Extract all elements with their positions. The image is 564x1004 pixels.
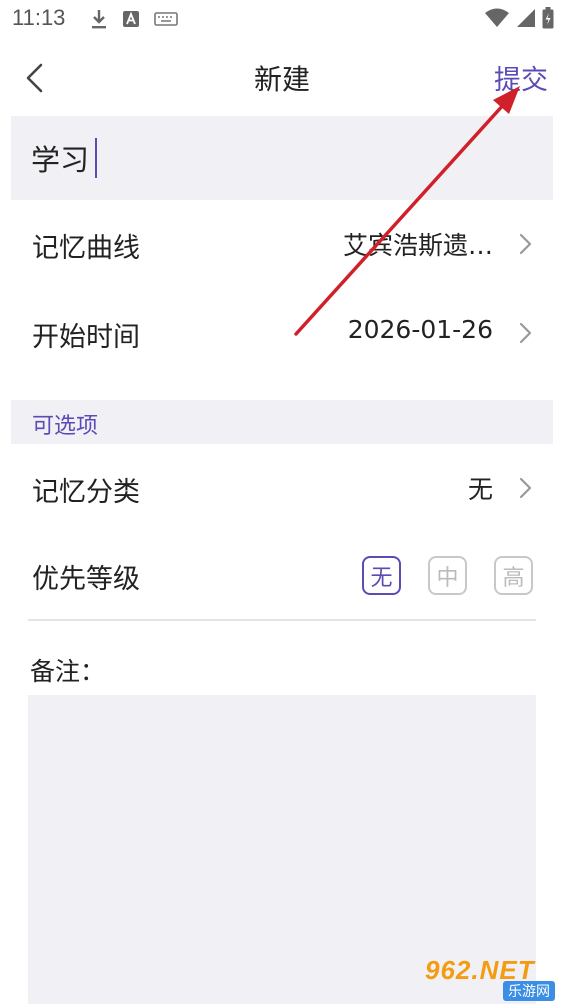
chevron-right-icon: [519, 233, 532, 255]
priority-option-medium[interactable]: 中: [428, 556, 467, 595]
start-time-value: 2026-01-26: [347, 315, 493, 344]
category-value: 无: [467, 475, 493, 504]
memory-curve-label: 记忆曲线: [32, 233, 140, 264]
optional-section-title: 可选项: [32, 414, 99, 439]
category-label: 记忆分类: [32, 477, 140, 508]
download-icon: [92, 10, 106, 29]
priority-label: 优先等级: [32, 564, 140, 595]
status-bar: 11:13: [0, 0, 564, 40]
priority-option-none[interactable]: 无: [362, 556, 401, 595]
category-row[interactable]: 记忆分类 无: [11, 445, 553, 533]
start-time-label: 开始时间: [32, 322, 140, 353]
watermark-logo: 962.NET 乐游网: [425, 955, 559, 1001]
memory-curve-value: 艾宾浩斯遗…: [342, 231, 493, 260]
signal-icon: [517, 9, 535, 27]
priority-row: 优先等级 无 中 高: [11, 532, 553, 620]
optional-section-header: 可选项: [11, 400, 553, 444]
title-input-container: [11, 116, 553, 200]
divider: [28, 619, 536, 621]
wifi-icon: [485, 8, 509, 27]
chevron-right-icon: [519, 477, 532, 499]
battery-icon: [542, 7, 554, 29]
page-title: 新建: [253, 63, 310, 96]
text-cursor: [95, 138, 97, 178]
watermark-sub: 乐游网: [503, 981, 555, 1001]
status-icons-left: [90, 8, 178, 30]
a-box-icon: [123, 11, 139, 27]
status-time: 11:13: [12, 5, 66, 30]
notes-label: 备注：: [30, 657, 106, 686]
priority-option-high[interactable]: 高: [494, 556, 533, 595]
submit-button[interactable]: 提交: [494, 58, 548, 97]
priority-options: 无 中 高: [362, 556, 533, 595]
nav-bar: 新建 提交: [0, 44, 564, 114]
title-input[interactable]: [31, 136, 531, 180]
chevron-right-icon: [519, 322, 532, 344]
keyboard-icon: [154, 12, 178, 26]
memory-curve-row[interactable]: 记忆曲线 艾宾浩斯遗…: [11, 201, 553, 289]
start-time-row[interactable]: 开始时间 2026-01-26: [11, 290, 553, 378]
status-icons-right: [484, 7, 554, 29]
